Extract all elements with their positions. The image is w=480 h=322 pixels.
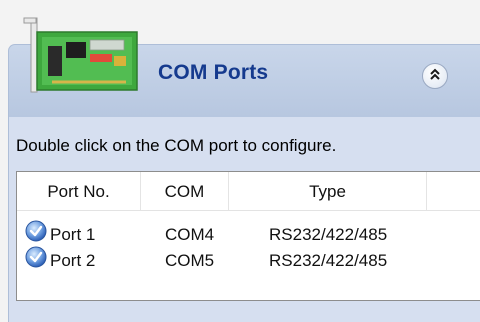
- com-cell: COM5: [165, 251, 215, 270]
- port-label: Port 1: [50, 225, 96, 244]
- page-title: COM Ports: [158, 61, 269, 84]
- com-port-list[interactable]: Port No. COM Type Port 1 COM4 RS232/422/…: [16, 171, 480, 301]
- type-cell: RS232/422/485: [269, 225, 388, 244]
- table-row[interactable]: Port 1 COM4 RS232/422/485: [17, 220, 480, 248]
- double-chevron-up-icon: [428, 67, 442, 86]
- column-header-empty[interactable]: [427, 172, 480, 210]
- com-cell: COM4: [165, 225, 215, 244]
- column-header-type[interactable]: Type: [229, 172, 427, 210]
- instruction-text: Double click on the COM port to configur…: [16, 136, 337, 155]
- type-cell: RS232/422/485: [269, 251, 388, 270]
- port-cell: Port 1: [25, 220, 96, 248]
- port-label: Port 2: [50, 251, 96, 270]
- pci-card-icon: [22, 16, 146, 99]
- port-cell: Port 2: [25, 246, 96, 276]
- table-row[interactable]: Port 2 COM5 RS232/422/485: [17, 246, 480, 276]
- column-header-port-no[interactable]: Port No.: [17, 172, 141, 210]
- list-header: Port No. COM Type: [17, 172, 480, 211]
- checkmark-circle-icon: [25, 246, 47, 276]
- column-header-com[interactable]: COM: [141, 172, 229, 210]
- collapse-button[interactable]: [422, 63, 448, 89]
